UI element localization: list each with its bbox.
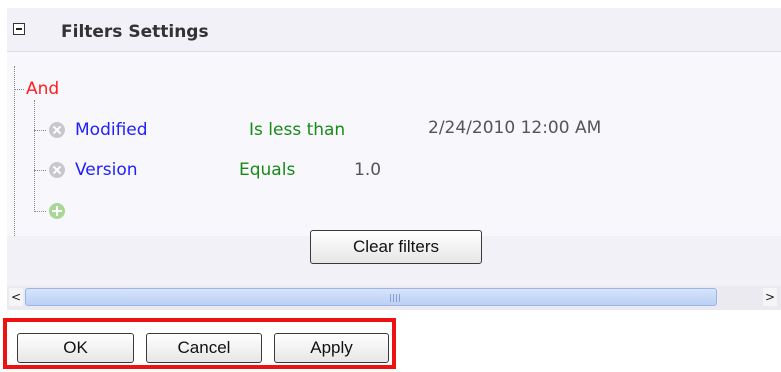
panel-header: Filters Settings (7, 8, 781, 51)
tree-branch (34, 211, 46, 212)
condition-operator[interactable]: Is less than (249, 120, 345, 140)
remove-condition-icon[interactable] (49, 162, 65, 178)
remove-condition-icon[interactable] (49, 122, 65, 138)
condition-field[interactable]: Version (75, 160, 138, 180)
tree-branch (34, 130, 46, 131)
scroll-left-arrow-icon[interactable]: < (9, 288, 23, 306)
tree-branch-root (14, 89, 24, 90)
condition-field[interactable]: Modified (75, 120, 148, 140)
tree-guide-root (14, 66, 15, 236)
condition-value[interactable]: 2/24/2010 12:00 AM (428, 118, 601, 138)
scroll-right-arrow-icon[interactable]: > (763, 288, 777, 306)
condition-value[interactable]: 1.0 (354, 160, 381, 180)
collapse-minus-icon[interactable] (13, 23, 25, 35)
tree-guide-children (34, 100, 35, 212)
scroll-grip-icon (390, 294, 400, 302)
horizontal-scrollbar[interactable]: < > (7, 286, 781, 310)
add-condition-icon[interactable] (49, 203, 65, 219)
filter-tree: And Modified Is less than 2/24/2010 12:0… (7, 52, 781, 236)
filters-panel: Filters Settings And Modified Is less th… (7, 8, 781, 310)
clear-filters-button[interactable]: Clear filters (310, 230, 482, 264)
root-operator[interactable]: And (26, 79, 59, 99)
tree-branch (34, 170, 46, 171)
cancel-button[interactable]: Cancel (146, 333, 262, 363)
panel-title: Filters Settings (61, 22, 209, 42)
ok-button[interactable]: OK (17, 333, 134, 363)
apply-button[interactable]: Apply (274, 333, 389, 363)
scroll-thumb[interactable] (25, 288, 717, 306)
condition-operator[interactable]: Equals (239, 160, 295, 180)
